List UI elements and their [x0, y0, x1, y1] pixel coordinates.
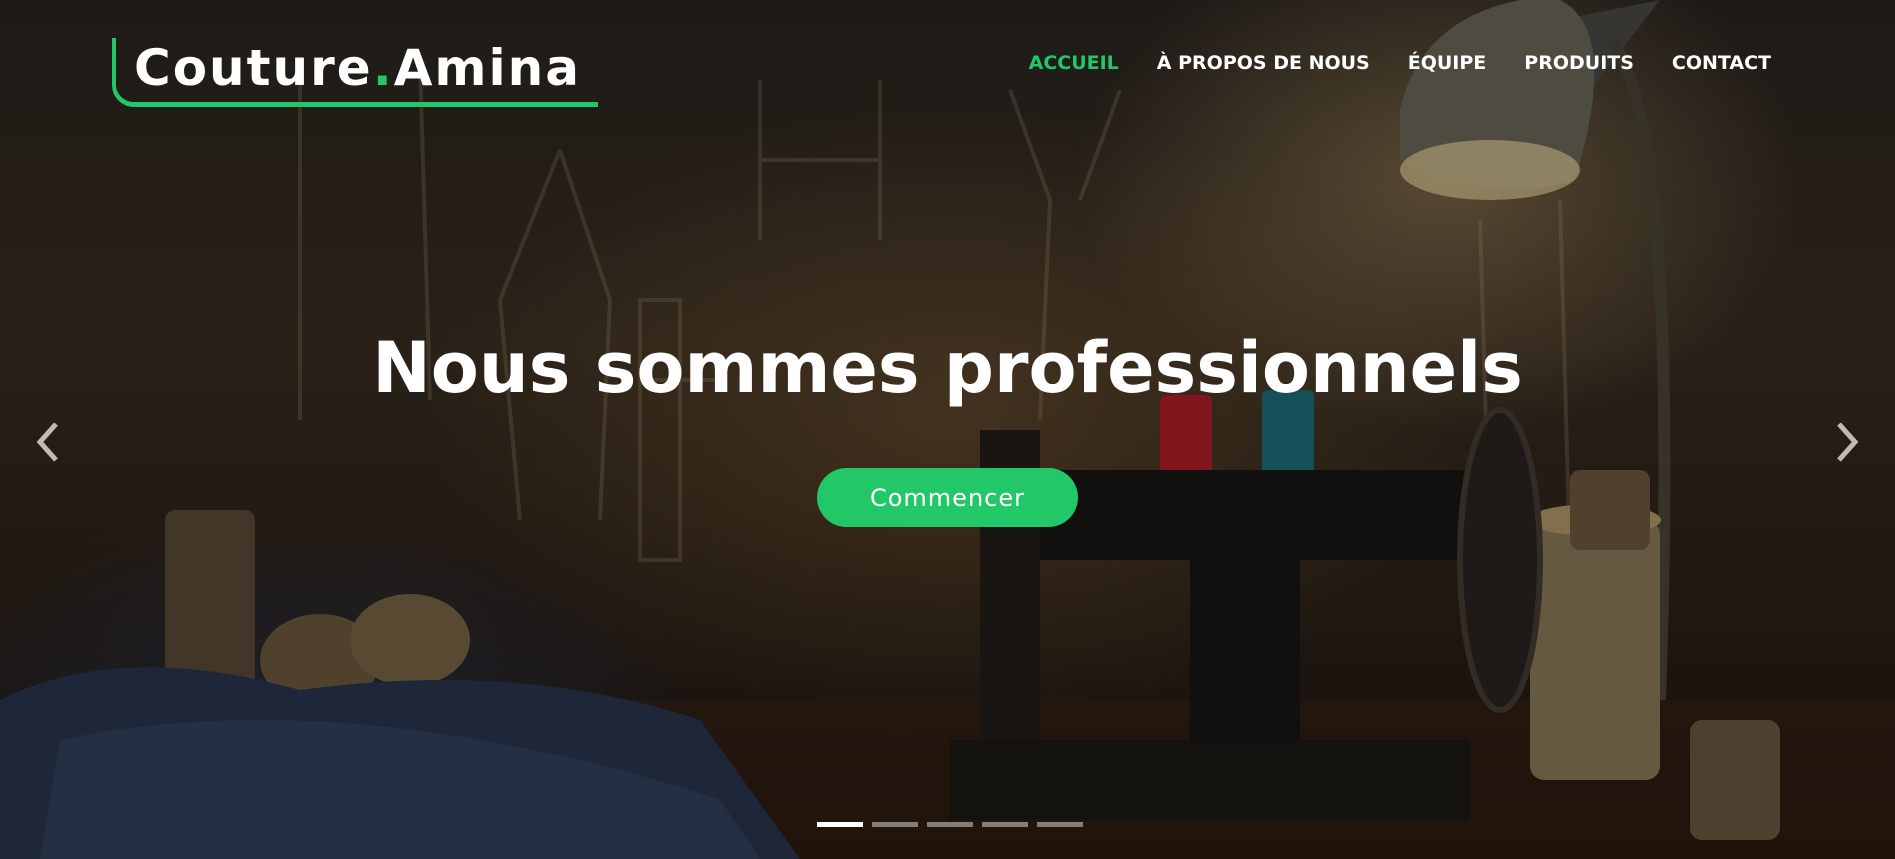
site-logo[interactable]: Couture.Amina — [112, 36, 598, 108]
logo-name-part1: Couture — [134, 39, 373, 97]
carousel-indicator-1[interactable] — [817, 822, 863, 827]
carousel-indicator-2[interactable] — [872, 822, 918, 827]
logo-dot: . — [372, 39, 394, 97]
main-nav: ACCUEIL À PROPOS DE NOUS ÉQUIPE PRODUITS… — [1029, 52, 1771, 74]
carousel-next-button[interactable] — [1827, 412, 1867, 472]
carousel-indicator-5[interactable] — [1037, 822, 1083, 827]
logo-text: Couture.Amina — [134, 38, 581, 98]
overlay — [0, 0, 1895, 859]
chevron-left-icon — [36, 422, 58, 462]
carousel-indicator-3[interactable] — [927, 822, 973, 827]
start-button[interactable]: Commencer — [817, 468, 1078, 527]
hero-title: Nous sommes professionnels — [372, 327, 1523, 409]
chevron-right-icon — [1837, 422, 1859, 462]
nav-item-produits[interactable]: PRODUITS — [1524, 52, 1634, 74]
carousel-indicator-4[interactable] — [982, 822, 1028, 827]
nav-item-equipe[interactable]: ÉQUIPE — [1408, 52, 1487, 74]
nav-item-contact[interactable]: CONTACT — [1672, 52, 1771, 74]
carousel-prev-button[interactable] — [28, 412, 68, 472]
nav-item-accueil[interactable]: ACCUEIL — [1029, 52, 1119, 74]
carousel-indicators — [817, 822, 1083, 827]
hero-carousel: Couture.Amina ACCUEIL À PROPOS DE NOUS É… — [0, 0, 1895, 859]
logo-name-part2: Amina — [393, 39, 581, 97]
nav-item-a-propos[interactable]: À PROPOS DE NOUS — [1157, 52, 1370, 74]
